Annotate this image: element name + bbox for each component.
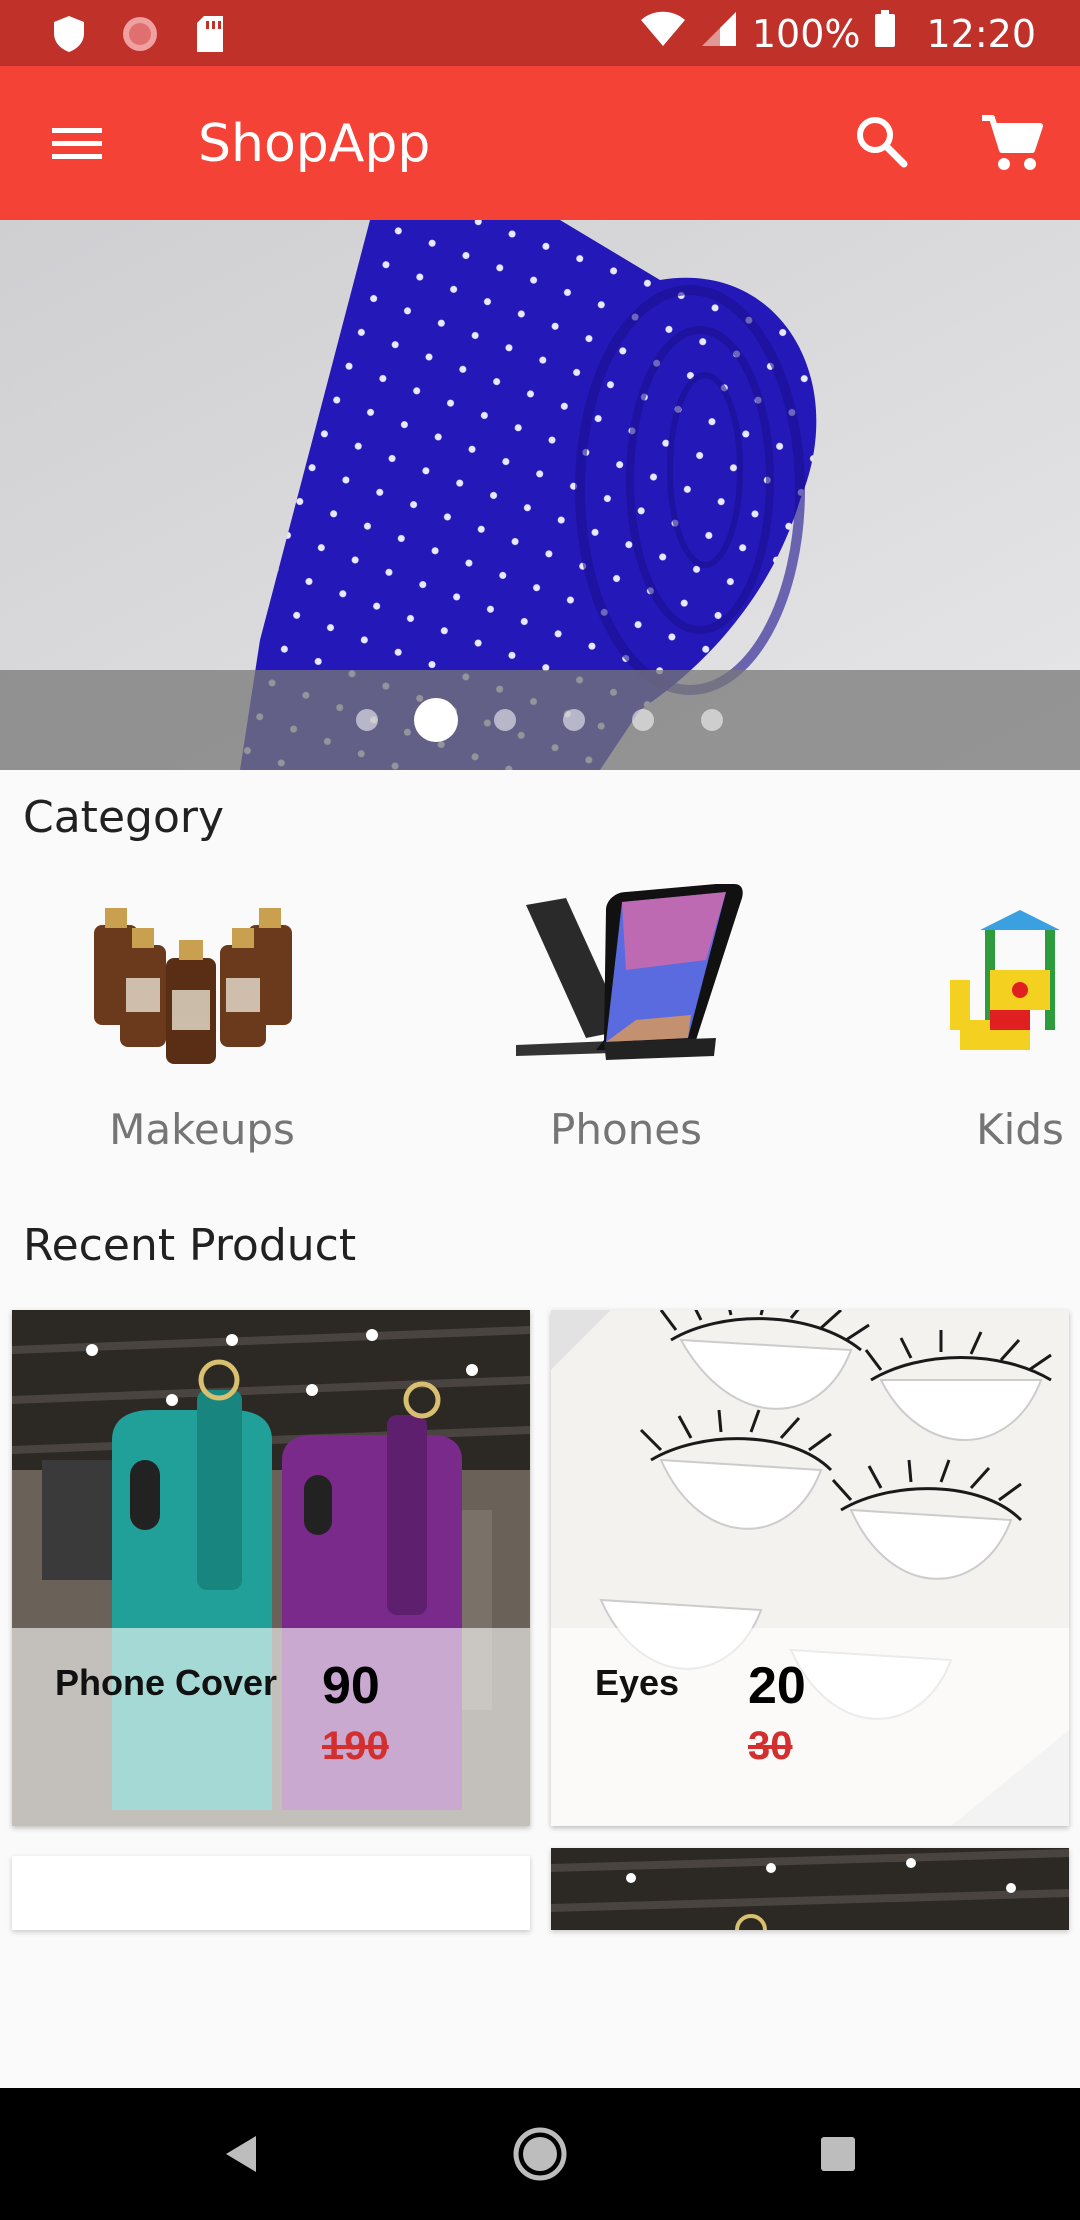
category-item-makeups[interactable]: Makeups xyxy=(52,870,352,1170)
recents-icon[interactable] xyxy=(808,2124,868,2184)
status-bar: 100% 12:20 xyxy=(0,0,1080,66)
category-title: Category xyxy=(23,792,224,843)
product-price: 20 xyxy=(748,1657,806,1715)
product-name: Eyes xyxy=(595,1662,680,1703)
sdcard-icon xyxy=(194,15,226,58)
carousel-indicators xyxy=(0,670,1080,770)
record-icon xyxy=(120,14,160,59)
product-image-partial xyxy=(551,1848,1069,1930)
carousel-dot-active[interactable] xyxy=(414,698,458,742)
kids-playset-image xyxy=(950,910,1060,1050)
shield-icon xyxy=(52,15,86,58)
battery-level: 100% xyxy=(751,11,861,56)
cart-icon[interactable] xyxy=(980,112,1044,176)
home-icon[interactable] xyxy=(510,2124,570,2184)
product-info-overlay xyxy=(12,1628,530,1826)
system-nav-bar xyxy=(0,2088,1080,2220)
app-bar: ShopApp xyxy=(0,66,1080,220)
signal-icon xyxy=(700,10,738,57)
category-label: Kids xyxy=(976,1105,1064,1154)
category-label: Makeups xyxy=(109,1105,295,1154)
product-old-price: 30 xyxy=(748,1724,793,1768)
app-title: ShopApp xyxy=(198,114,431,174)
carousel-dot[interactable] xyxy=(494,709,516,731)
recent-product-title: Recent Product xyxy=(23,1220,357,1271)
carousel-dot[interactable] xyxy=(563,709,585,731)
battery-icon xyxy=(874,10,896,57)
product-name: Phone Cover xyxy=(55,1662,278,1703)
product-card-phone-cover[interactable]: Phone Cover 90 190 xyxy=(12,1310,530,1826)
back-icon[interactable] xyxy=(212,2124,272,2184)
product-card-partial[interactable] xyxy=(551,1848,1069,1930)
product-info-overlay xyxy=(551,1628,1069,1826)
carousel-dot[interactable] xyxy=(632,709,654,731)
clock: 12:20 xyxy=(926,11,1036,56)
carousel-dot[interactable] xyxy=(356,709,378,731)
product-price: 90 xyxy=(322,1657,380,1715)
category-label: Phones xyxy=(550,1105,702,1154)
wifi-icon xyxy=(640,11,686,56)
category-item-phones[interactable]: Phones xyxy=(476,870,776,1170)
carousel-dot[interactable] xyxy=(701,709,723,731)
search-icon[interactable] xyxy=(852,112,912,172)
makeup-bottles-image xyxy=(94,908,292,1064)
product-old-price: 190 xyxy=(322,1724,389,1768)
phone-charger-image xyxy=(516,884,743,1060)
hero-carousel[interactable] xyxy=(0,220,1080,770)
category-item-kids[interactable]: Kids xyxy=(930,870,1080,1170)
menu-icon[interactable] xyxy=(50,116,104,170)
product-card-partial[interactable] xyxy=(12,1856,530,1930)
product-card-eyes[interactable]: Eyes 20 30 xyxy=(551,1310,1069,1826)
